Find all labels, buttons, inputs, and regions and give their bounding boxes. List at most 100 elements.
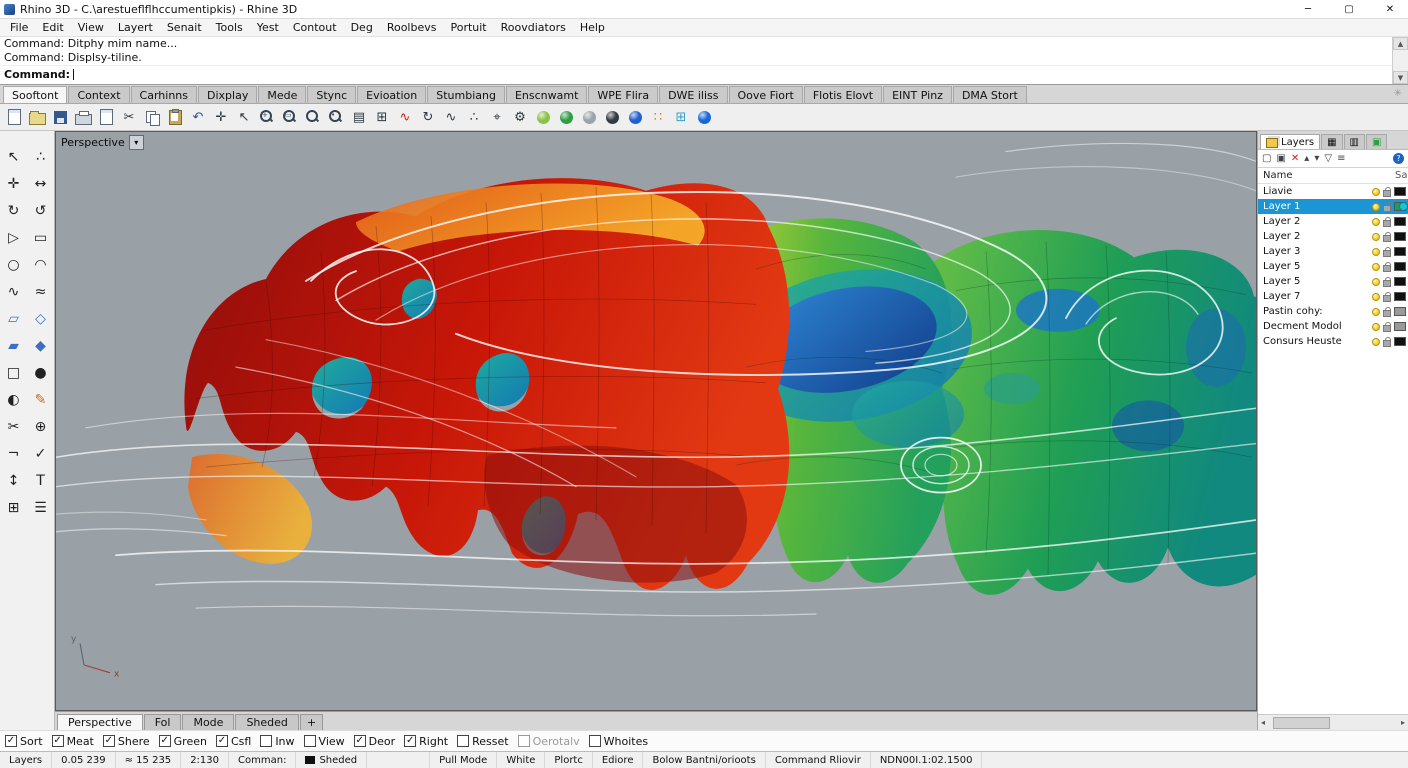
menu-roovdiators[interactable]: Roovdiators	[494, 21, 573, 34]
menu-file[interactable]: File	[3, 21, 35, 34]
bulb-icon[interactable]	[1372, 232, 1380, 241]
ribbon-tab-eint-pinz[interactable]: EINT Pinz	[883, 86, 952, 103]
polyline-tool-icon[interactable]: ▷	[0, 224, 27, 251]
pin-icon[interactable]: ✳	[1394, 88, 1402, 99]
lock-icon[interactable]	[1383, 261, 1391, 272]
status-cell-13[interactable]: NDN00I.1:02.1500	[871, 752, 983, 768]
select-tool-icon[interactable]: ↖	[0, 143, 27, 170]
checkbox-box[interactable]	[353, 735, 366, 747]
tab-layers[interactable]: Layers	[1260, 134, 1321, 149]
minimize-button[interactable]: ─	[1290, 0, 1326, 18]
checkbox-whoites[interactable]: Whoites	[588, 735, 648, 748]
tab-notes[interactable]: ▥	[1343, 134, 1365, 149]
undo-icon[interactable]: ↶	[188, 107, 208, 127]
help-icon[interactable]: ?	[1393, 153, 1404, 164]
menu-roolbevs[interactable]: Roolbevs	[380, 21, 444, 34]
ribbon-tab-dwe-iliss[interactable]: DWE iliss	[659, 86, 728, 103]
render-sphere-blue-icon[interactable]	[625, 107, 645, 127]
point-select-icon[interactable]: ∴	[27, 143, 54, 170]
viewport-tab-add[interactable]: +	[299, 714, 324, 730]
status-cell-5[interactable]: Sheded	[296, 752, 368, 768]
checkbox-box[interactable]	[517, 735, 530, 747]
grid-tool-icon[interactable]: ⊞	[0, 494, 27, 521]
viewport-tab-mode[interactable]: Mode	[182, 714, 235, 730]
bulb-icon[interactable]	[1372, 217, 1380, 226]
layer-row[interactable]: Layer 1	[1258, 199, 1408, 214]
ribbon-tab-carhinns[interactable]: Carhinns	[130, 86, 197, 103]
ribbon-tab-stync[interactable]: Stync	[307, 86, 357, 103]
checkbox-box[interactable]	[5, 735, 17, 747]
ribbon-tab-dma-stort[interactable]: DMA Stort	[952, 86, 1027, 103]
menu-yest[interactable]: Yest	[250, 21, 286, 34]
bulb-icon[interactable]	[1372, 322, 1380, 331]
checkbox-shere[interactable]: Shere	[102, 735, 150, 748]
checkbox-right[interactable]: Right	[404, 735, 448, 748]
menu-edit[interactable]: Edit	[35, 21, 70, 34]
layers-hscrollbar[interactable]: ◂ ▸	[1258, 714, 1408, 730]
checkbox-box[interactable]	[260, 735, 273, 747]
copy-icon[interactable]	[142, 107, 162, 127]
ribbon-tab-wpe-flira[interactable]: WPE Flira	[588, 86, 659, 103]
menu-help[interactable]: Help	[573, 21, 612, 34]
circle-tool-icon[interactable]: ○	[0, 251, 27, 278]
ribbon-tab-context[interactable]: Context	[68, 86, 130, 103]
layer-row[interactable]: Decment Modol	[1258, 319, 1408, 334]
layer-row[interactable]: Layer 7	[1258, 289, 1408, 304]
layer-color-swatch[interactable]	[1394, 217, 1406, 226]
status-cell-11[interactable]: Bolow Bantni/orioots	[643, 752, 766, 768]
layer-color-swatch[interactable]	[1394, 247, 1406, 256]
move-tool-icon[interactable]: ✛	[0, 170, 27, 197]
move-down-icon[interactable]: ▾	[1314, 153, 1319, 164]
layer-row[interactable]: Layer 3	[1258, 244, 1408, 259]
checkbox-box[interactable]	[457, 735, 470, 747]
bulb-icon[interactable]	[1372, 187, 1380, 196]
command-scrollbar[interactable]: ▲ ▼	[1392, 37, 1408, 84]
curve-tool-icon[interactable]: ∿	[441, 107, 461, 127]
checkbox-deor[interactable]: Deor	[353, 735, 395, 748]
lock-icon[interactable]	[1383, 291, 1391, 302]
hatch-grid-icon[interactable]: ⊞	[671, 107, 691, 127]
menu-portuit[interactable]: Portuit	[443, 21, 493, 34]
lock-icon[interactable]	[1383, 201, 1391, 212]
status-cell-9[interactable]: Plortc	[545, 752, 593, 768]
stretch-tool-icon[interactable]: ↔	[27, 170, 54, 197]
join-tool-icon[interactable]: ⊕	[27, 413, 54, 440]
checkbox-green[interactable]: Green	[158, 735, 207, 748]
menu-tools[interactable]: Tools	[209, 21, 250, 34]
rotate-view-icon[interactable]: ↻	[418, 107, 438, 127]
scrollbar-thumb[interactable]	[1273, 717, 1330, 729]
sphere-tool-icon[interactable]: ●	[27, 359, 54, 386]
lock-icon[interactable]	[1383, 336, 1391, 347]
new-sublayer-icon[interactable]: ▣	[1276, 153, 1285, 164]
scroll-left-icon[interactable]: ◂	[1261, 718, 1265, 727]
zoom-selected-icon[interactable]: •	[326, 107, 346, 127]
check-tool-icon[interactable]: ✓	[27, 440, 54, 467]
boolean-tool-icon[interactable]: ◐	[0, 386, 27, 413]
select-arrow-icon[interactable]: ↖	[234, 107, 254, 127]
bulb-icon[interactable]	[1372, 262, 1380, 271]
bulb-icon[interactable]	[1372, 307, 1380, 316]
status-cell-2[interactable]: ≈ 15 235	[116, 752, 182, 768]
rotate-tool-icon[interactable]: ↻	[0, 197, 27, 224]
layer-row[interactable]: Layer 2	[1258, 229, 1408, 244]
material-drop-icon[interactable]	[533, 107, 553, 127]
layer-row[interactable]: Liavie	[1258, 184, 1408, 199]
ribbon-tab-enscnwamt[interactable]: Enscnwamt	[505, 86, 588, 103]
layer-row[interactable]: Consurs Heuste	[1258, 334, 1408, 349]
open-file-icon[interactable]	[27, 107, 47, 127]
lock-icon[interactable]	[1383, 186, 1391, 197]
viewport-dropdown[interactable]: ▾	[128, 135, 144, 150]
annotate-pencil-icon[interactable]: ✎	[27, 386, 54, 413]
ribbon-tab-oove-fiort[interactable]: Oove Fiort	[728, 86, 803, 103]
gumball-icon[interactable]: ⌖	[487, 107, 507, 127]
texture-speckle-icon[interactable]: ∷	[648, 107, 668, 127]
render-sphere-dark-icon[interactable]	[602, 107, 622, 127]
bulb-icon[interactable]	[1372, 202, 1380, 211]
checkbox-box[interactable]	[404, 735, 417, 747]
checkbox-view[interactable]: View	[303, 735, 345, 748]
menu-layert[interactable]: Layert	[111, 21, 160, 34]
checkbox-box[interactable]	[215, 735, 228, 747]
layer-color-swatch[interactable]	[1394, 262, 1406, 271]
layer-color-swatch[interactable]	[1394, 187, 1406, 196]
tab-display[interactable]: ▦	[1321, 134, 1343, 149]
